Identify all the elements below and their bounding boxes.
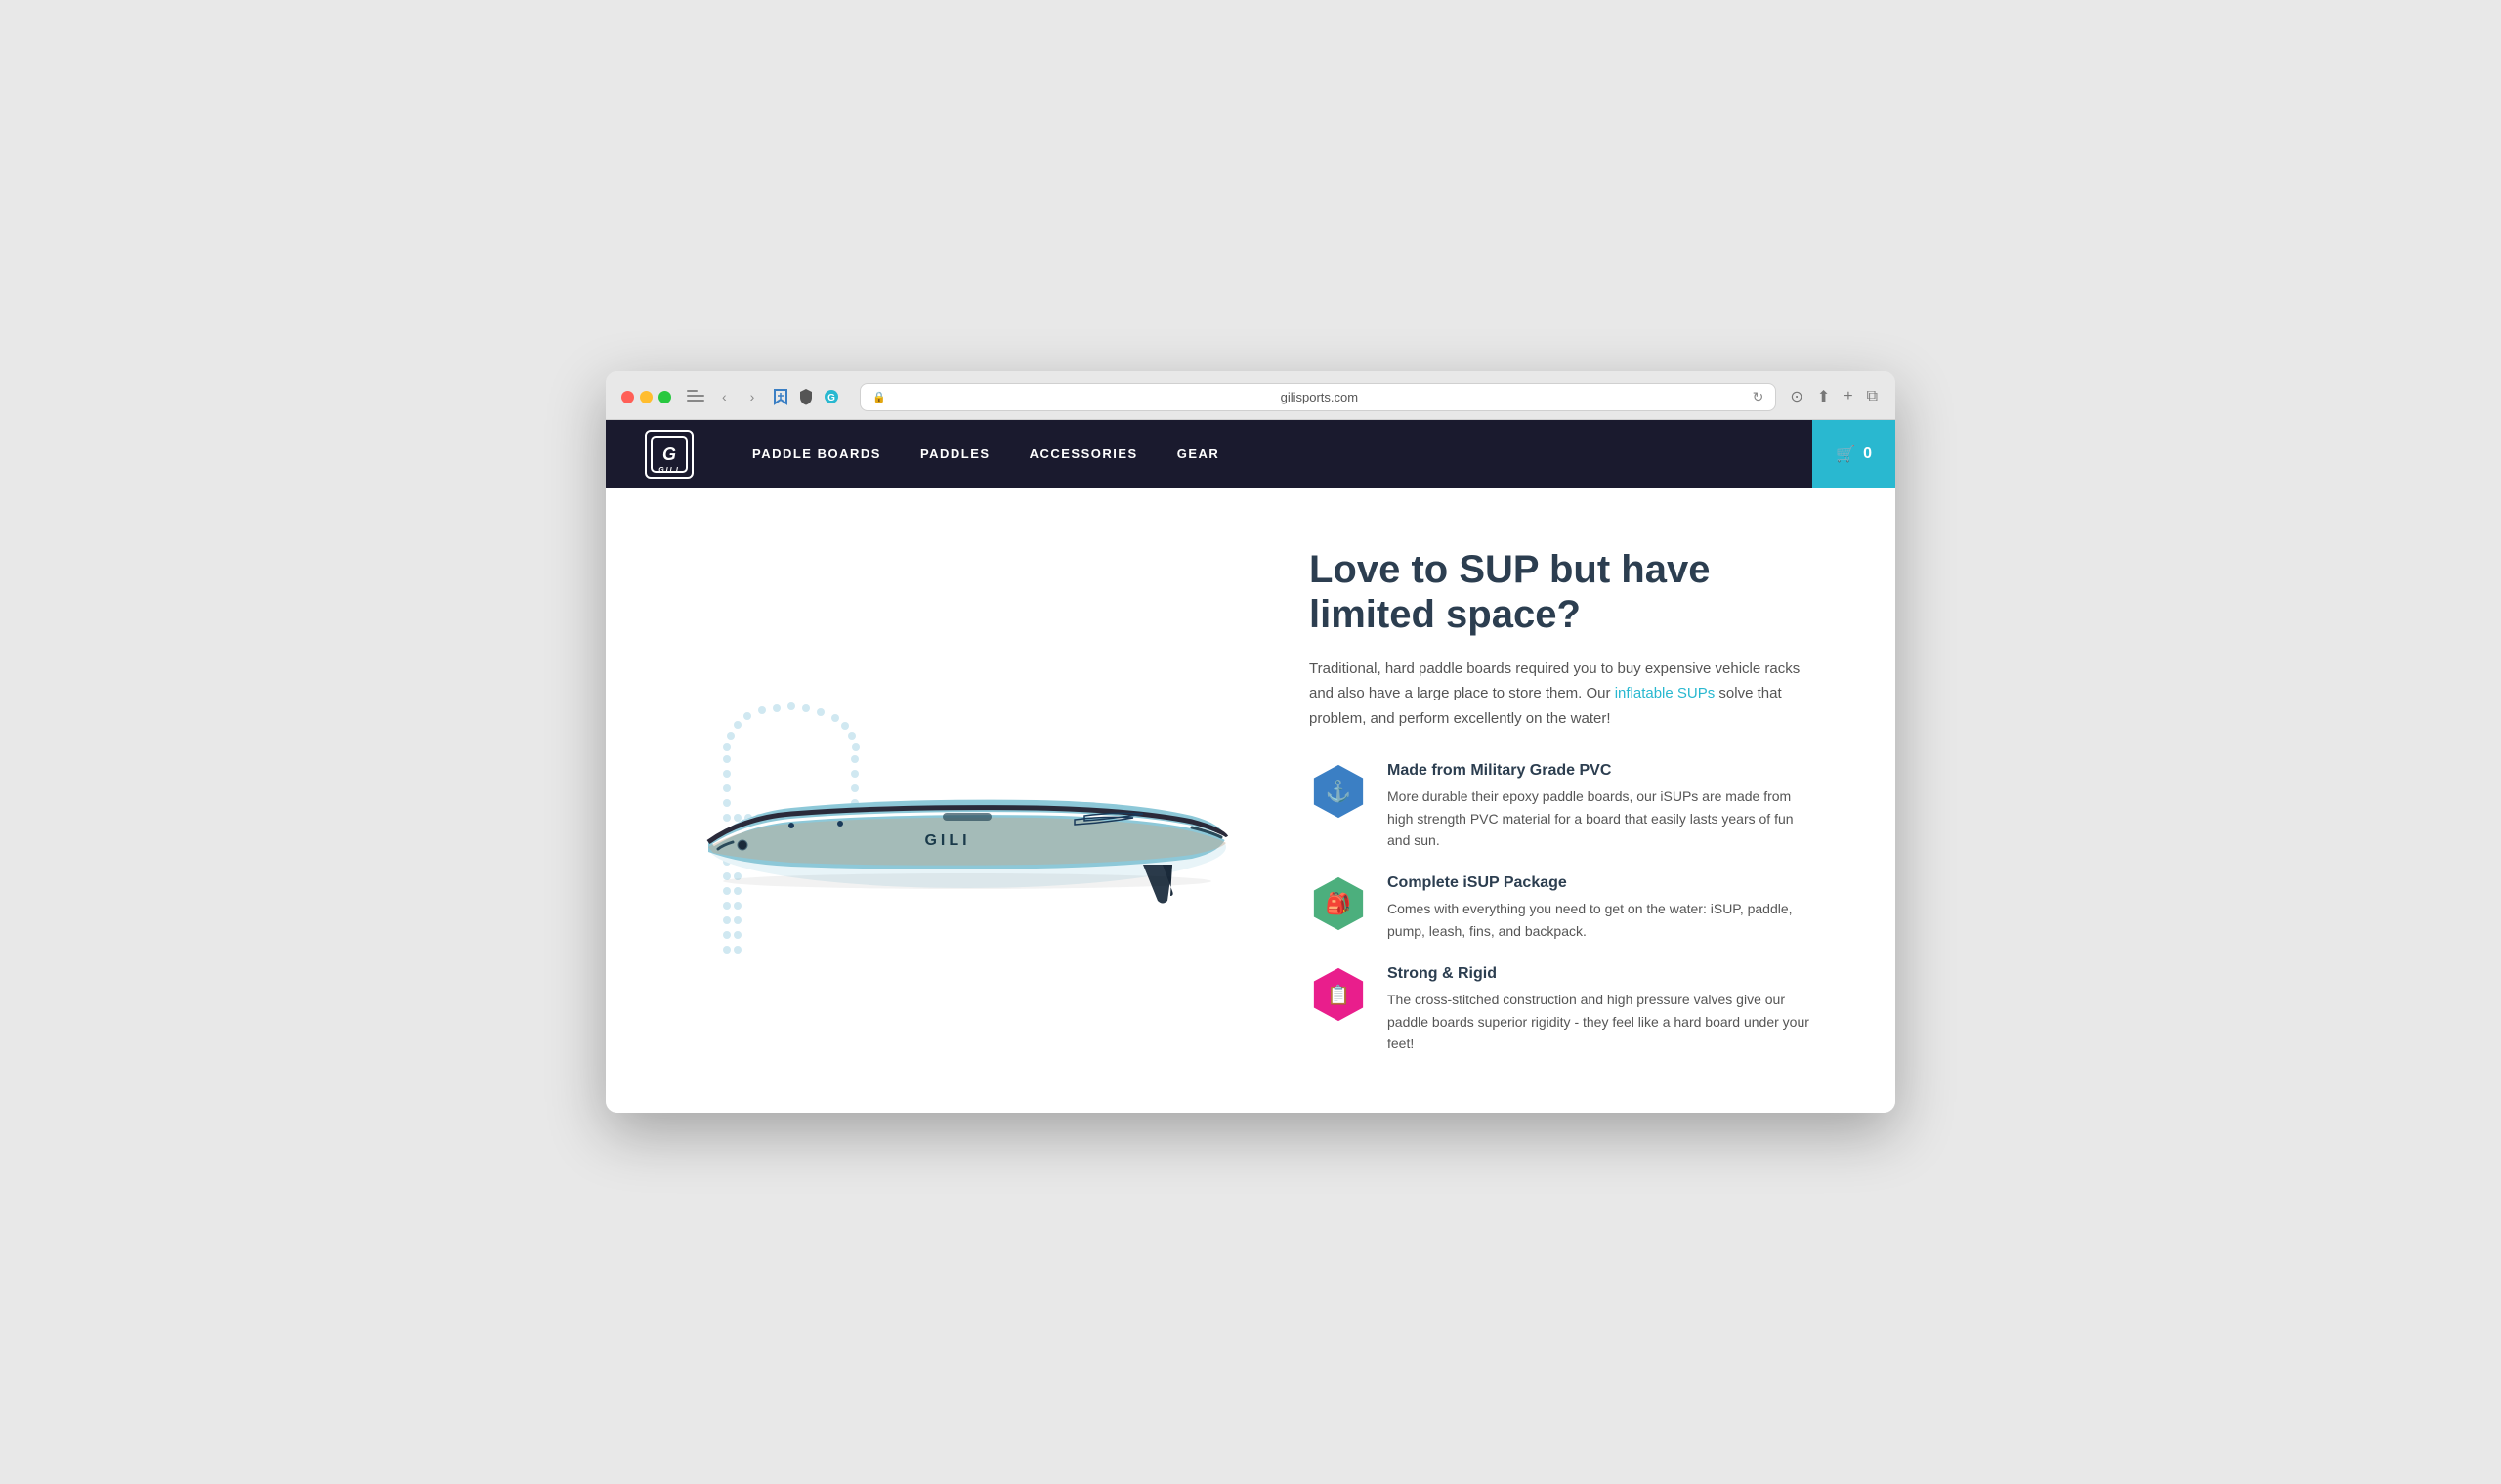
reload-icon[interactable]: ↻	[1753, 389, 1764, 405]
feature-title-package: Complete iSUP Package	[1387, 874, 1817, 892]
main-description: Traditional, hard paddle boards required…	[1309, 657, 1817, 732]
browser-titlebar: ‹ › G �	[606, 371, 1895, 420]
svg-text:G: G	[827, 393, 835, 403]
feature-desc-package: Comes with everything you need to get on…	[1387, 898, 1817, 942]
features-list: ⚓ Made from Military Grade PVC More dura…	[1309, 762, 1817, 1054]
feature-desc-military: More durable their epoxy paddle boards, …	[1387, 785, 1817, 851]
feature-icon-package: 🎒	[1309, 874, 1368, 933]
logo-box: G GILI	[645, 430, 694, 479]
nav-accessories[interactable]: ACCESSORIES	[1030, 446, 1138, 461]
nav-paddle-boards[interactable]: PADDLE BOARDS	[752, 446, 881, 461]
lock-icon: 🔒	[872, 391, 886, 403]
toolbar-icons: G	[772, 388, 840, 405]
text-section: Love to SUP but have limited space? Trad…	[1309, 547, 1817, 1055]
feature-text-package: Complete iSUP Package Comes with everyth…	[1387, 874, 1817, 942]
svg-text:G: G	[662, 445, 676, 464]
website-content: G GILI PADDLE BOARDS PADDLES ACCESSORIES…	[606, 420, 1895, 1114]
traffic-lights	[621, 391, 671, 403]
address-bar[interactable]: 🔒 gilisports.com ↻	[860, 383, 1776, 411]
cart-icon: 🛒	[1836, 445, 1855, 464]
main-content: .dot{fill:#b0d8e8;opacity:0.6}	[606, 488, 1895, 1114]
browser-actions: ⊙ ⬆ + ⧉	[1788, 385, 1880, 408]
maximize-button[interactable]	[658, 391, 671, 403]
profile-button[interactable]: ⊙	[1788, 385, 1804, 408]
feature-complete-package: 🎒 Complete iSUP Package Comes with every…	[1309, 874, 1817, 942]
bookmark-icon[interactable]	[772, 388, 789, 405]
feature-title-rigid: Strong & Rigid	[1387, 965, 1817, 983]
svg-text:🎒: 🎒	[1326, 891, 1351, 916]
feature-title-military: Made from Military Grade PVC	[1387, 762, 1817, 780]
cart-count: 0	[1863, 445, 1872, 463]
nav-gear[interactable]: GEAR	[1177, 446, 1220, 461]
svg-text:GILI: GILI	[658, 467, 680, 474]
feature-text-rigid: Strong & Rigid The cross-stitched constr…	[1387, 965, 1817, 1054]
browser-window: ‹ › G �	[606, 371, 1895, 1114]
new-tab-button[interactable]: +	[1842, 386, 1854, 407]
navigation: G GILI PADDLE BOARDS PADDLES ACCESSORIES…	[606, 420, 1895, 488]
back-button[interactable]: ‹	[716, 387, 733, 406]
cart-button[interactable]: 🛒 0	[1812, 420, 1895, 488]
paddleboard-image: GILI	[694, 730, 1241, 911]
refresh-icon[interactable]: G	[823, 388, 840, 405]
feature-desc-rigid: The cross-stitched construction and high…	[1387, 989, 1817, 1054]
url-display: gilisports.com	[892, 390, 1747, 404]
close-button[interactable]	[621, 391, 634, 403]
feature-text-military: Made from Military Grade PVC More durabl…	[1387, 762, 1817, 851]
minimize-button[interactable]	[640, 391, 653, 403]
image-section: .dot{fill:#b0d8e8;opacity:0.6}	[684, 691, 1250, 911]
nav-links: PADDLE BOARDS PADDLES ACCESSORIES GEAR	[752, 446, 1812, 461]
inflatable-sups-link[interactable]: inflatable SUPs	[1615, 685, 1716, 701]
feature-military-grade: ⚓ Made from Military Grade PVC More dura…	[1309, 762, 1817, 851]
svg-text:⚓: ⚓	[1326, 779, 1351, 803]
tabs-button[interactable]: ⧉	[1865, 386, 1880, 407]
main-heading: Love to SUP but have limited space?	[1309, 547, 1817, 637]
feature-icon-military: ⚓	[1309, 762, 1368, 821]
logo[interactable]: G GILI	[645, 430, 694, 479]
forward-button[interactable]: ›	[744, 387, 761, 406]
nav-paddles[interactable]: PADDLES	[920, 446, 991, 461]
svg-text:GILI: GILI	[924, 832, 970, 849]
feature-strong-rigid: 📋 Strong & Rigid The cross-stitched cons…	[1309, 965, 1817, 1054]
shield-icon	[797, 388, 815, 405]
share-button[interactable]: ⬆	[1815, 385, 1832, 408]
sidebar-toggle-button[interactable]	[687, 390, 704, 403]
svg-text:📋: 📋	[1327, 984, 1350, 1006]
feature-icon-rigid: 📋	[1309, 965, 1368, 1024]
